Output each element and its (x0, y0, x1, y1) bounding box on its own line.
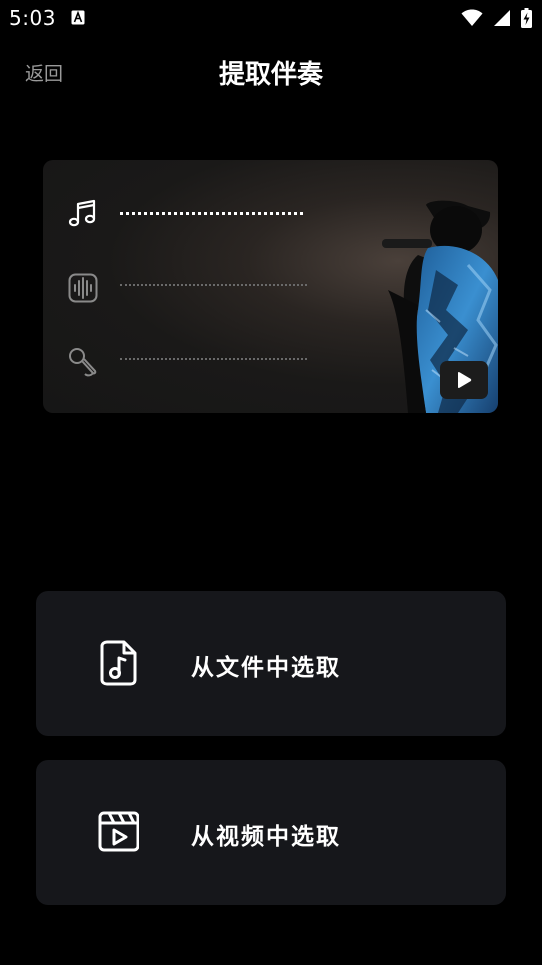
play-icon (458, 372, 472, 388)
track-progress-dots (120, 212, 303, 215)
track-progress-dots (120, 284, 307, 286)
status-time: 5:03 (9, 6, 56, 30)
track-row-waveform (43, 268, 343, 308)
select-from-video-button[interactable]: 从视频中选取 (36, 760, 506, 905)
video-clapper-icon (98, 811, 139, 852)
play-button[interactable] (440, 361, 488, 399)
signal-icon (494, 10, 510, 26)
nav-bar: 返回 提取伴奏 (0, 48, 542, 96)
status-icons (461, 8, 532, 28)
option-label: 从视频中选取 (191, 824, 341, 850)
preview-card (43, 160, 498, 413)
option-label: 从文件中选取 (191, 655, 341, 681)
music-note-icon (68, 199, 96, 227)
track-progress-dots (120, 358, 307, 360)
track-row-music (43, 194, 343, 234)
wifi-icon (461, 9, 483, 26)
status-bar: 5:03 (0, 0, 542, 38)
microphone-icon (69, 348, 97, 377)
waveform-icon (68, 273, 98, 303)
track-row-microphone (43, 342, 343, 382)
notification-a-icon (71, 10, 85, 25)
page-title: 提取伴奏 (218, 60, 323, 90)
select-from-file-button[interactable]: 从文件中选取 (36, 591, 506, 736)
audio-file-icon (100, 640, 137, 686)
battery-charging-icon (521, 8, 532, 28)
